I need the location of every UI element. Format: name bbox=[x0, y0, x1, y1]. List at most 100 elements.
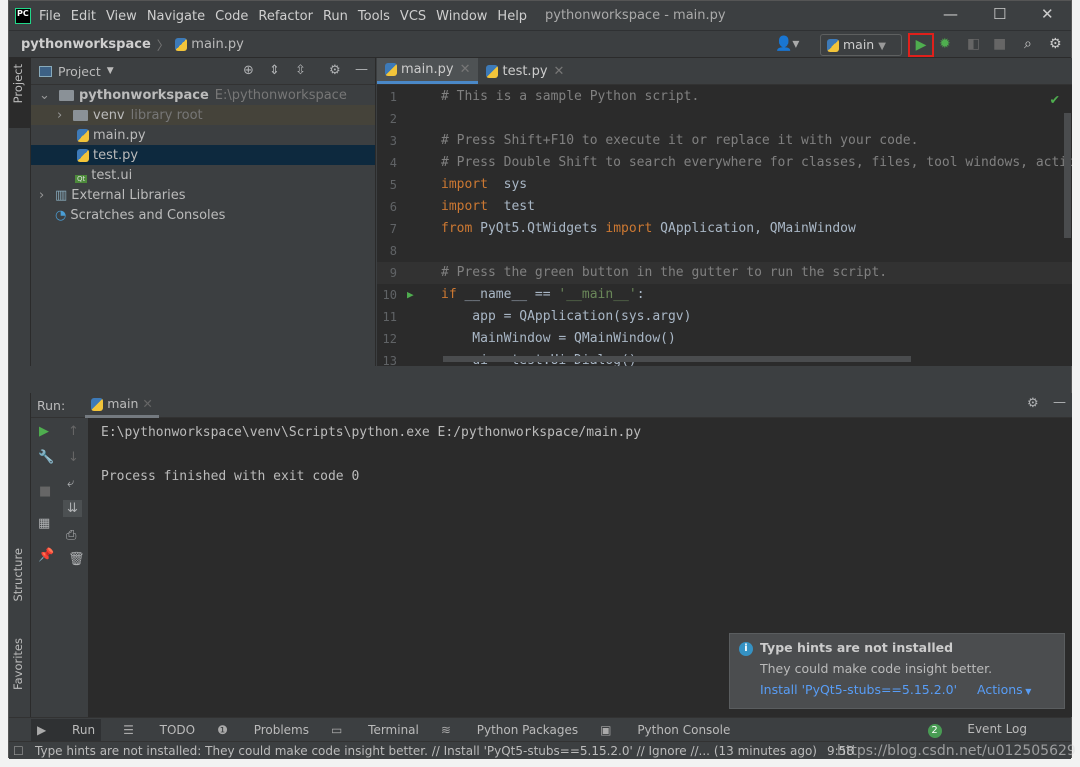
search-icon[interactable]: ⌕ bbox=[1024, 36, 1032, 52]
menu-file[interactable]: File bbox=[39, 9, 61, 24]
menu-edit[interactable]: Edit bbox=[71, 9, 96, 24]
locate-icon[interactable]: ⊕ bbox=[243, 63, 254, 78]
code-line[interactable]: 10 ▶ if __name__ == '__main__': bbox=[377, 284, 1072, 306]
breadcrumb-file[interactable]: main.py bbox=[191, 37, 244, 52]
soft-wrap-icon[interactable]: ⤶ bbox=[67, 476, 74, 491]
up-arrow-icon[interactable]: ↑ bbox=[68, 424, 79, 439]
tool-window-python-packages[interactable]: ≋ Python Packages bbox=[441, 723, 578, 737]
code-area[interactable]: 1 # This is a sample Python script. 2 3 # Pr… bbox=[377, 86, 1072, 366]
tool-window-label: Run bbox=[72, 722, 96, 737]
menu-help[interactable]: Help bbox=[497, 9, 527, 24]
hide-icon[interactable]: — bbox=[1053, 395, 1066, 410]
close-tab-icon[interactable]: ✕ bbox=[142, 396, 152, 411]
tree-item-root[interactable]: ⌄ pythonworkspace E:\pythonworkspace bbox=[31, 85, 375, 105]
rerun-icon[interactable]: ▶ bbox=[39, 424, 49, 439]
close-tab-icon[interactable]: ✕ bbox=[554, 64, 565, 79]
stop-icon[interactable]: ■ bbox=[993, 36, 1006, 52]
tab-test-py[interactable]: test.py ✕ bbox=[478, 58, 572, 84]
code-line[interactable]: 6 import test bbox=[377, 196, 1072, 218]
qt-file-icon: Qt bbox=[75, 175, 88, 183]
coverage-icon[interactable]: ◧ bbox=[967, 36, 980, 52]
gear-icon[interactable]: ⚙ bbox=[329, 63, 341, 78]
tree-item-scratches[interactable]: ◔ Scratches and Consoles bbox=[31, 205, 375, 225]
code-line[interactable]: 5 import sys bbox=[377, 174, 1072, 196]
tree-item-main-py[interactable]: main.py bbox=[31, 125, 375, 145]
tree-item-test-py[interactable]: test.py bbox=[31, 145, 375, 165]
project-view-select[interactable]: Project bbox=[58, 64, 101, 79]
print-icon[interactable]: ⎙ bbox=[66, 528, 76, 543]
layout-icon[interactable]: ▦ bbox=[38, 516, 50, 531]
favorites-tool-tab[interactable]: Favorites bbox=[11, 638, 25, 690]
horizontal-scrollbar[interactable] bbox=[443, 356, 911, 362]
code-line[interactable]: 7 from PyQt5.QtWidgets import QApplicatio… bbox=[377, 218, 1072, 240]
stop-icon[interactable]: ■ bbox=[39, 484, 51, 499]
vertical-scrollbar[interactable] bbox=[1064, 113, 1071, 238]
breadcrumb-project[interactable]: pythonworkspace bbox=[21, 37, 151, 52]
code-line[interactable]: 1 # This is a sample Python script. bbox=[377, 86, 1072, 108]
tab-main-py[interactable]: main.py ✕ bbox=[377, 58, 479, 84]
notification-title: Type hints are not installed bbox=[760, 640, 954, 655]
code-token: # Press the green button in the gutter t… bbox=[441, 265, 888, 280]
menu-vcs[interactable]: VCS bbox=[400, 9, 426, 24]
debug-icon[interactable]: ✹ bbox=[939, 36, 951, 52]
tool-window-terminal[interactable]: ▭ Terminal bbox=[331, 723, 419, 737]
structure-tool-tab[interactable]: Structure bbox=[11, 548, 25, 602]
user-icon[interactable]: 👤▾ bbox=[775, 36, 799, 52]
pycharm-window: PC File Edit View Navigate Code Refactor Run To… bbox=[8, 0, 1076, 759]
pin-icon[interactable]: 📌 bbox=[38, 548, 54, 563]
code-line[interactable]: 12 MainWindow = QMainWindow() bbox=[377, 328, 1072, 350]
code-line[interactable]: 3 # Press Shift+F10 to execute it or repl… bbox=[377, 130, 1072, 152]
status-message[interactable]: Type hints are not installed: They could… bbox=[35, 744, 817, 758]
menu-code[interactable]: Code bbox=[215, 9, 248, 24]
close-icon[interactable]: ✕ bbox=[1041, 5, 1054, 23]
code-line[interactable]: 2 bbox=[377, 108, 1072, 130]
settings-icon[interactable]: ⚙ bbox=[1049, 36, 1062, 52]
chevron-down-icon[interactable]: ▼ bbox=[107, 66, 114, 76]
gutter-run-icon[interactable]: ▶ bbox=[407, 284, 414, 306]
status-toggle-icon[interactable]: ☐ bbox=[13, 744, 24, 758]
expand-all-icon[interactable]: ⇕ bbox=[269, 63, 280, 78]
run-button[interactable]: ▶ bbox=[908, 33, 934, 57]
line-number: 12 bbox=[382, 332, 397, 346]
menu-window[interactable]: Window bbox=[436, 9, 487, 24]
menu-tools[interactable]: Tools bbox=[358, 9, 390, 24]
minimize-icon[interactable]: — bbox=[943, 5, 958, 23]
collapse-all-icon[interactable]: ⇳ bbox=[295, 63, 306, 78]
info-icon: i bbox=[739, 642, 753, 656]
actions-dropdown[interactable]: Actions bbox=[977, 682, 1023, 697]
code-token: import bbox=[441, 199, 488, 214]
install-stubs-link[interactable]: Install 'PyQt5-stubs==5.15.2.0' bbox=[760, 682, 957, 697]
menu-view[interactable]: View bbox=[106, 9, 137, 24]
tool-window-problems[interactable]: ❶ Problems bbox=[217, 723, 309, 737]
run-tab-main[interactable]: main ✕ bbox=[85, 392, 159, 418]
run-config-select[interactable]: main ▼ bbox=[820, 34, 902, 56]
hide-icon[interactable]: — bbox=[355, 62, 368, 77]
chevron-down-icon[interactable]: ▼ bbox=[1023, 687, 1031, 696]
wrench-icon[interactable]: 🔧 bbox=[38, 450, 54, 465]
status-bar: ☐ Type hints are not installed: They cou… bbox=[9, 741, 1076, 759]
gear-icon[interactable]: ⚙ bbox=[1027, 396, 1039, 411]
code-line[interactable]: 11 app = QApplication(sys.argv) bbox=[377, 306, 1072, 328]
tree-item-test-ui[interactable]: Qt test.ui bbox=[31, 165, 375, 185]
tree-item-venv[interactable]: › venv library root bbox=[31, 105, 375, 125]
line-number: 2 bbox=[389, 112, 397, 126]
tool-window-python-console[interactable]: ▣ Python Console bbox=[600, 723, 730, 737]
menu-navigate[interactable]: Navigate bbox=[147, 9, 205, 24]
tool-window-run[interactable]: ▶ Run bbox=[31, 718, 102, 741]
trash-icon[interactable]: 🗑 bbox=[68, 552, 85, 567]
menu-run[interactable]: Run bbox=[323, 9, 348, 24]
close-tab-icon[interactable]: ✕ bbox=[460, 62, 471, 77]
code-editor[interactable]: main.py ✕ test.py ✕ 1 # This is a sample Py… bbox=[377, 58, 1072, 366]
tree-item-external-libraries[interactable]: › ▥ External Libraries bbox=[31, 185, 375, 205]
menu-refactor[interactable]: Refactor bbox=[258, 9, 313, 24]
code-line[interactable]: 8 bbox=[377, 240, 1072, 262]
project-tool-label[interactable]: Project bbox=[11, 64, 25, 103]
code-line[interactable]: 4 # Press Double Shift to search everywhe… bbox=[377, 152, 1072, 174]
down-arrow-icon[interactable]: ↓ bbox=[68, 450, 79, 465]
tree-item-label: venv bbox=[93, 107, 125, 123]
tool-window-todo[interactable]: ☰ TODO bbox=[123, 723, 195, 737]
maximize-icon[interactable]: ☐ bbox=[993, 5, 1006, 23]
event-log-button[interactable]: 2 Event Log bbox=[927, 722, 1049, 738]
code-line[interactable]: 9 # Press the green button in the gutter … bbox=[377, 262, 1072, 284]
scroll-to-end-icon[interactable]: ⇊ bbox=[63, 500, 82, 517]
